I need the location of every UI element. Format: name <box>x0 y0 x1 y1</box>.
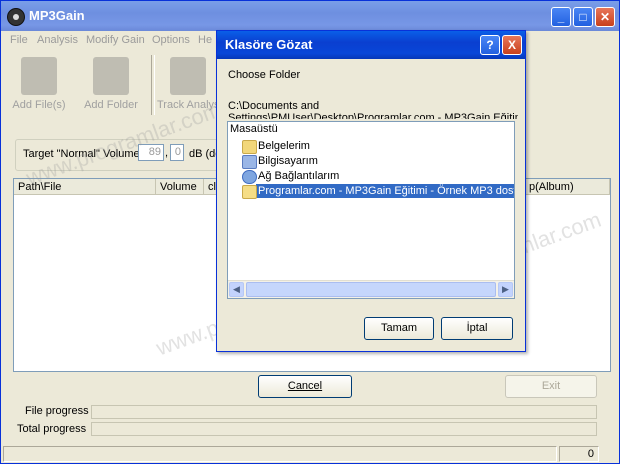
column-path-file[interactable]: Path\File <box>14 179 156 195</box>
folder-tree[interactable]: Masaüstü Belgelerim Bilgisayarım Ağ Bağl… <box>227 121 515 299</box>
target-volume-label: Target "Normal" Volume: <box>23 148 143 160</box>
menu-modify-gain[interactable]: Modify Gain <box>86 34 145 46</box>
menu-analysis[interactable]: Analysis <box>37 34 78 46</box>
add-files-button[interactable]: Add File(s) <box>7 55 71 117</box>
tree-node-my-computer[interactable]: Bilgisayarım <box>242 154 318 169</box>
track-analysis-icon <box>170 57 206 95</box>
exit-button[interactable]: Exit <box>505 375 597 398</box>
maximize-button[interactable]: □ <box>573 7 593 27</box>
computer-icon <box>242 155 257 169</box>
target-volume-int-field[interactable]: 89 <box>138 144 164 161</box>
status-count: 0 <box>559 446 599 462</box>
track-analysis-button[interactable]: Track Analysis <box>157 55 219 117</box>
cancel-button[interactable]: Cancel <box>258 375 352 398</box>
dialog-cancel-button[interactable]: İptal <box>441 317 513 340</box>
tree-horizontal-scrollbar[interactable]: ◀ ▶ <box>228 280 514 298</box>
column-gain-album[interactable]: p(Album) <box>524 179 610 195</box>
scroll-right-arrow-icon[interactable]: ▶ <box>498 282 513 297</box>
mp3gain-app-icon <box>7 8 25 26</box>
toolbar-separator <box>151 55 155 115</box>
help-button[interactable]: ? <box>480 35 500 55</box>
dialog-close-button[interactable]: X <box>502 35 522 55</box>
scroll-left-arrow-icon[interactable]: ◀ <box>229 282 244 297</box>
total-progress-bar <box>91 422 597 436</box>
minimize-button[interactable]: _ <box>551 7 571 27</box>
total-progress-label: Total progress <box>17 423 87 435</box>
target-volume-dec-field[interactable]: 0 <box>170 144 184 161</box>
dialog-path-line1: C:\Documents and <box>228 100 320 112</box>
tree-node-desktop[interactable]: Masaüstü <box>230 122 278 137</box>
column-volume[interactable]: Volume <box>156 179 204 195</box>
menu-help[interactable]: He <box>198 34 212 46</box>
add-folder-button[interactable]: Add Folder <box>79 55 143 117</box>
main-titlebar[interactable]: MP3Gain _ □ ✕ <box>1 1 619 31</box>
network-icon <box>242 170 257 184</box>
menu-options[interactable]: Options <box>152 34 190 46</box>
dialog-path-line2: Settings\PMUser\Desktop\Programlar.com -… <box>228 112 518 119</box>
close-button[interactable]: ✕ <box>595 7 615 27</box>
dialog-title: Klasöre Gözat <box>225 37 313 52</box>
main-title: MP3Gain <box>29 8 85 23</box>
tree-node-my-documents[interactable]: Belgelerim <box>242 139 310 154</box>
dialog-prompt: Choose Folder <box>228 69 301 81</box>
folder-icon <box>242 140 257 154</box>
file-progress-label: File progress <box>25 405 89 417</box>
file-progress-bar <box>91 405 597 419</box>
scroll-thumb[interactable] <box>246 282 496 297</box>
status-text <box>3 446 557 462</box>
open-folder-icon <box>242 185 257 199</box>
menu-file[interactable]: File <box>10 34 28 46</box>
tree-node-network[interactable]: Ağ Bağlantılarım <box>242 169 339 184</box>
dialog-titlebar[interactable]: Klasöre Gözat ? X <box>217 31 525 59</box>
add-file-icon <box>21 57 57 95</box>
add-folder-icon <box>93 57 129 95</box>
status-bar: 0 <box>1 445 619 463</box>
browse-folder-dialog: Klasöre Gözat ? X Choose Folder C:\Docum… <box>216 30 526 352</box>
ok-button[interactable]: Tamam <box>364 317 434 340</box>
decimal-comma: , <box>165 147 169 159</box>
tree-node-programlar-folder[interactable]: Programlar.com - MP3Gain Eğitimi - Örnek… <box>242 184 514 199</box>
